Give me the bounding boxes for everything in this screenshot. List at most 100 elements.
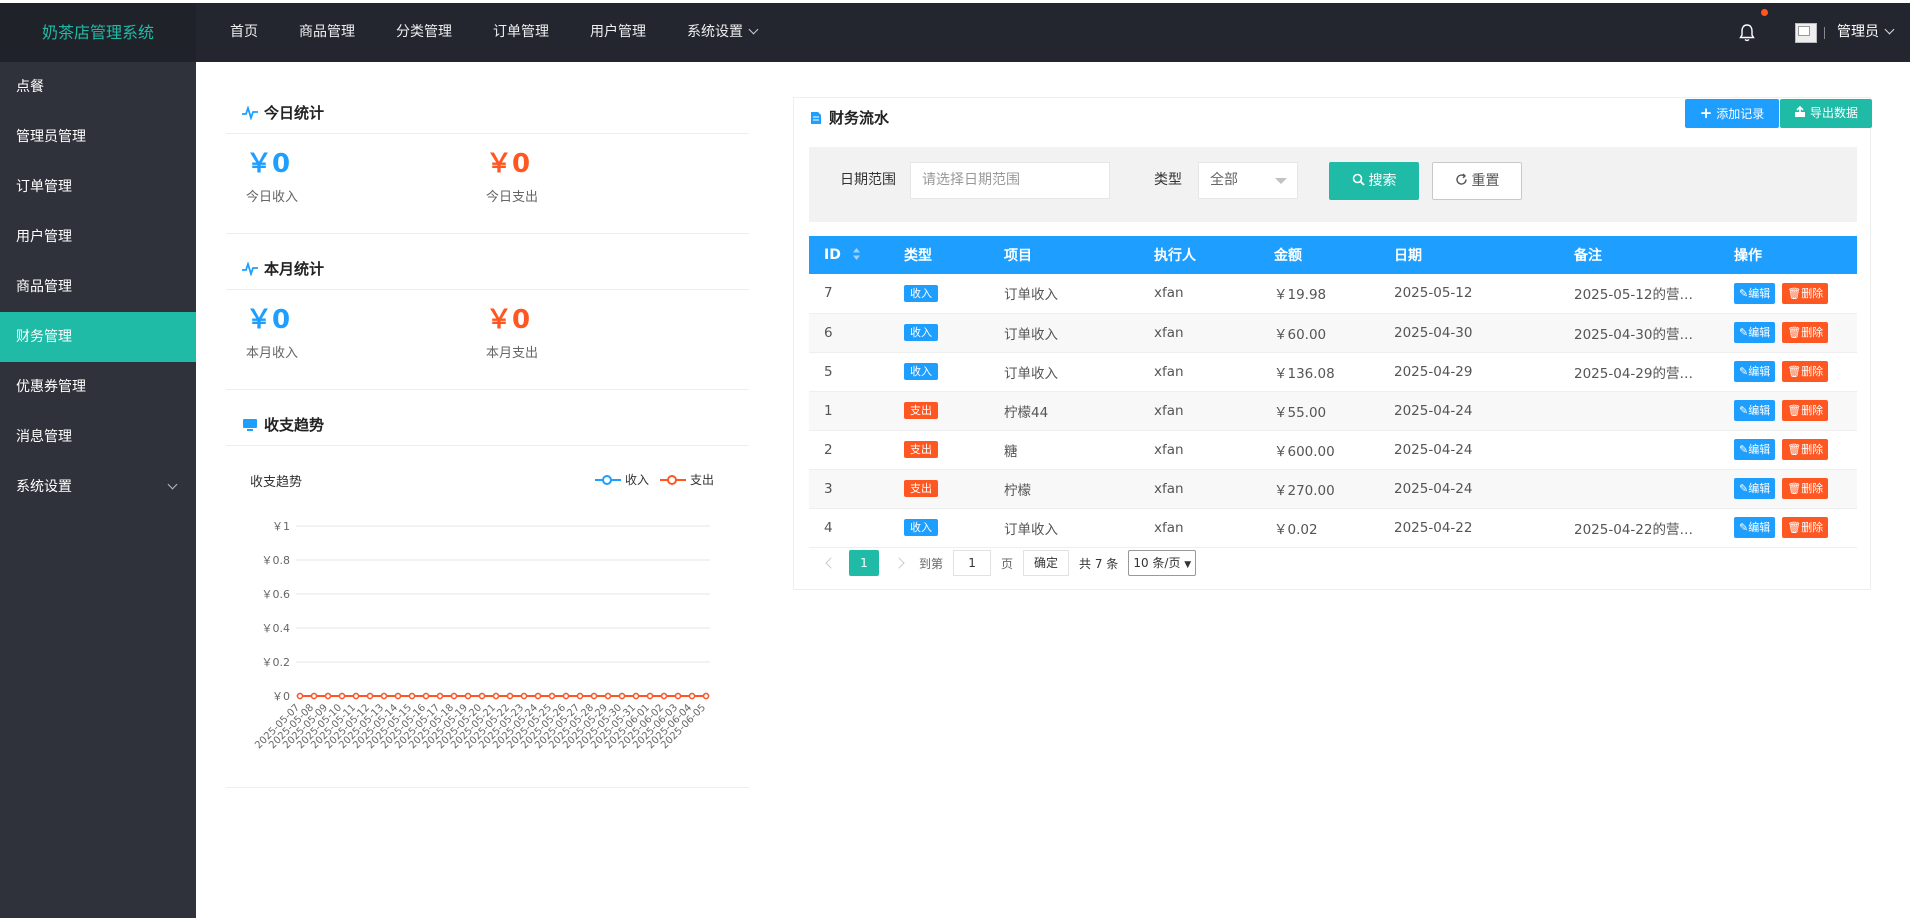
date-range-input[interactable]: 请选择日期范围 [910, 162, 1110, 199]
month-expense-label: 本月支出 [486, 346, 539, 361]
cell-actions: ✎编辑 🗑删除 [1719, 508, 1857, 548]
app-logo[interactable]: 奶茶店管理系统 [0, 3, 196, 62]
cell-id: 5 [809, 352, 889, 392]
topnav-item-products[interactable]: 商品管理 [279, 3, 376, 62]
sidebar-item-products[interactable]: 商品管理 [0, 262, 196, 312]
topnav-item-users[interactable]: 用户管理 [570, 3, 667, 62]
y-tick-label: ￥1 [272, 520, 290, 533]
delete-label: 删除 [1801, 443, 1824, 456]
topnav-item-home[interactable]: 首页 [210, 3, 279, 62]
goto-page-input[interactable]: 1 [953, 550, 992, 576]
legend-income[interactable]: 收入 [595, 471, 649, 488]
trend-title: 收支趋势 [264, 415, 325, 434]
topnav-item-orders[interactable]: 订单管理 [473, 3, 570, 62]
sort-icon[interactable] [852, 248, 861, 260]
today-income-value: ￥0 [246, 149, 291, 179]
add-record-label: 添加记录 [1716, 107, 1765, 121]
cell-date: 2025-04-24 [1379, 469, 1559, 509]
delete-button[interactable]: 🗑删除 [1782, 400, 1829, 421]
avatar[interactable] [1795, 23, 1817, 43]
cell-actions: ✎编辑 🗑删除 [1719, 274, 1857, 314]
cell-id: 6 [809, 313, 889, 353]
today-income: ￥0 今日收入 [246, 146, 486, 205]
chevron-down-icon [1884, 24, 1895, 35]
cell-note [1559, 430, 1719, 470]
edit-button[interactable]: ✎编辑 [1734, 439, 1776, 460]
data-point [436, 692, 444, 700]
sidebar-item-order-food[interactable]: 点餐 [0, 62, 196, 112]
today-expense-value: ￥0 [486, 149, 531, 179]
page-size-select[interactable]: 10 条/页 ▼ [1128, 550, 1197, 576]
table-row: 5 收入 订单收入 xfan ￥136.08 2025-04-29 2025-04-29的营… [809, 352, 1857, 392]
delete-button[interactable]: 🗑删除 [1782, 439, 1829, 460]
cell-amount: ￥55.00 [1259, 391, 1379, 431]
cell-date: 2025-04-24 [1379, 391, 1559, 431]
bell-icon[interactable] [1738, 23, 1756, 43]
sidebar-item-coupons[interactable]: 优惠券管理 [0, 362, 196, 412]
month-income-value: ￥0 [246, 305, 291, 335]
delete-button[interactable]: 🗑删除 [1782, 361, 1829, 382]
row-actions: ✎编辑 🗑删除 [1734, 361, 1857, 382]
cell-operator: xfan [1139, 352, 1259, 392]
cell-amount: ￥19.98 [1259, 274, 1379, 314]
cell-amount: ￥136.08 [1259, 352, 1379, 392]
type-select[interactable]: 全部 [1198, 162, 1298, 199]
data-point [548, 692, 556, 700]
edit-button[interactable]: ✎编辑 [1734, 322, 1776, 343]
edit-button[interactable]: ✎编辑 [1734, 478, 1776, 499]
reset-button[interactable]: 重置 [1432, 162, 1522, 200]
sidebar-item-messages[interactable]: 消息管理 [0, 412, 196, 462]
column-header-actions: 操作 [1719, 236, 1857, 274]
topnav-item-categories[interactable]: 分类管理 [376, 3, 473, 62]
delete-button[interactable]: 🗑删除 [1782, 322, 1829, 343]
trash-icon: 🗑 [1787, 286, 1802, 300]
cell-operator: xfan [1139, 430, 1259, 470]
delete-button[interactable]: 🗑删除 [1782, 282, 1829, 304]
cell-operator: xfan [1139, 313, 1259, 353]
pencil-icon: ✎ [1739, 521, 1749, 534]
data-point [450, 692, 458, 700]
sidebar-item-finance[interactable]: 财务管理 [0, 312, 196, 362]
next-page-icon[interactable] [893, 557, 905, 569]
edit-button[interactable]: ✎编辑 [1734, 400, 1776, 421]
column-header-note: 备注 [1559, 236, 1719, 274]
data-point [296, 692, 304, 700]
finance-panel: 财务流水 + 添加记录 导出数据 日期范围 请选择日期范围 类型 全部 搜索 重置… [793, 97, 1872, 590]
user-menu[interactable]: 管理员 [1837, 3, 1895, 62]
month-income-label: 本月收入 [246, 346, 299, 361]
row-actions: ✎编辑 🗑删除 [1734, 478, 1857, 499]
edit-button[interactable]: ✎编辑 [1734, 517, 1776, 538]
sidebar-item-admins[interactable]: 管理员管理 [0, 112, 196, 162]
cell-actions: ✎编辑 🗑删除 [1719, 469, 1857, 509]
legend-income-marker [595, 474, 621, 485]
edit-label: 编辑 [1748, 482, 1771, 495]
cell-type: 收入 [889, 508, 989, 548]
legend-expense[interactable]: 支出 [660, 471, 714, 488]
data-point [576, 692, 584, 700]
search-button[interactable]: 搜索 [1329, 162, 1419, 200]
type-badge: 支出 [904, 480, 938, 497]
topnav-item-settings[interactable]: 系统设置 [667, 3, 778, 62]
delete-button[interactable]: 🗑删除 [1782, 517, 1829, 538]
month-stats-header: 本月统计 [226, 248, 749, 290]
goto-label: 到第 [919, 556, 944, 571]
edit-button[interactable]: ✎编辑 [1734, 361, 1776, 382]
column-header-id[interactable]: ID [809, 236, 889, 274]
prev-page-icon[interactable] [825, 557, 837, 569]
sidebar-item-orders[interactable]: 订单管理 [0, 162, 196, 212]
delete-button[interactable]: 🗑删除 [1782, 478, 1829, 499]
goto-confirm-button[interactable]: 确定 [1023, 550, 1070, 576]
export-button[interactable]: 导出数据 [1780, 99, 1872, 128]
row-actions: ✎编辑 🗑删除 [1734, 322, 1857, 343]
cell-type: 收入 [889, 313, 989, 353]
page-current[interactable]: 1 [849, 550, 879, 576]
delete-label: 删除 [1801, 326, 1824, 339]
data-point [604, 692, 612, 700]
add-record-button[interactable]: + 添加记录 [1685, 99, 1779, 128]
data-point [618, 692, 626, 700]
edit-button[interactable]: ✎编辑 [1734, 282, 1776, 304]
sidebar-item-users[interactable]: 用户管理 [0, 212, 196, 262]
month-expense: ￥0 本月支出 [486, 302, 726, 361]
sidebar-item-settings[interactable]: 系统设置 [0, 462, 196, 512]
cell-note: 2025-04-29的营业... [1559, 352, 1719, 392]
